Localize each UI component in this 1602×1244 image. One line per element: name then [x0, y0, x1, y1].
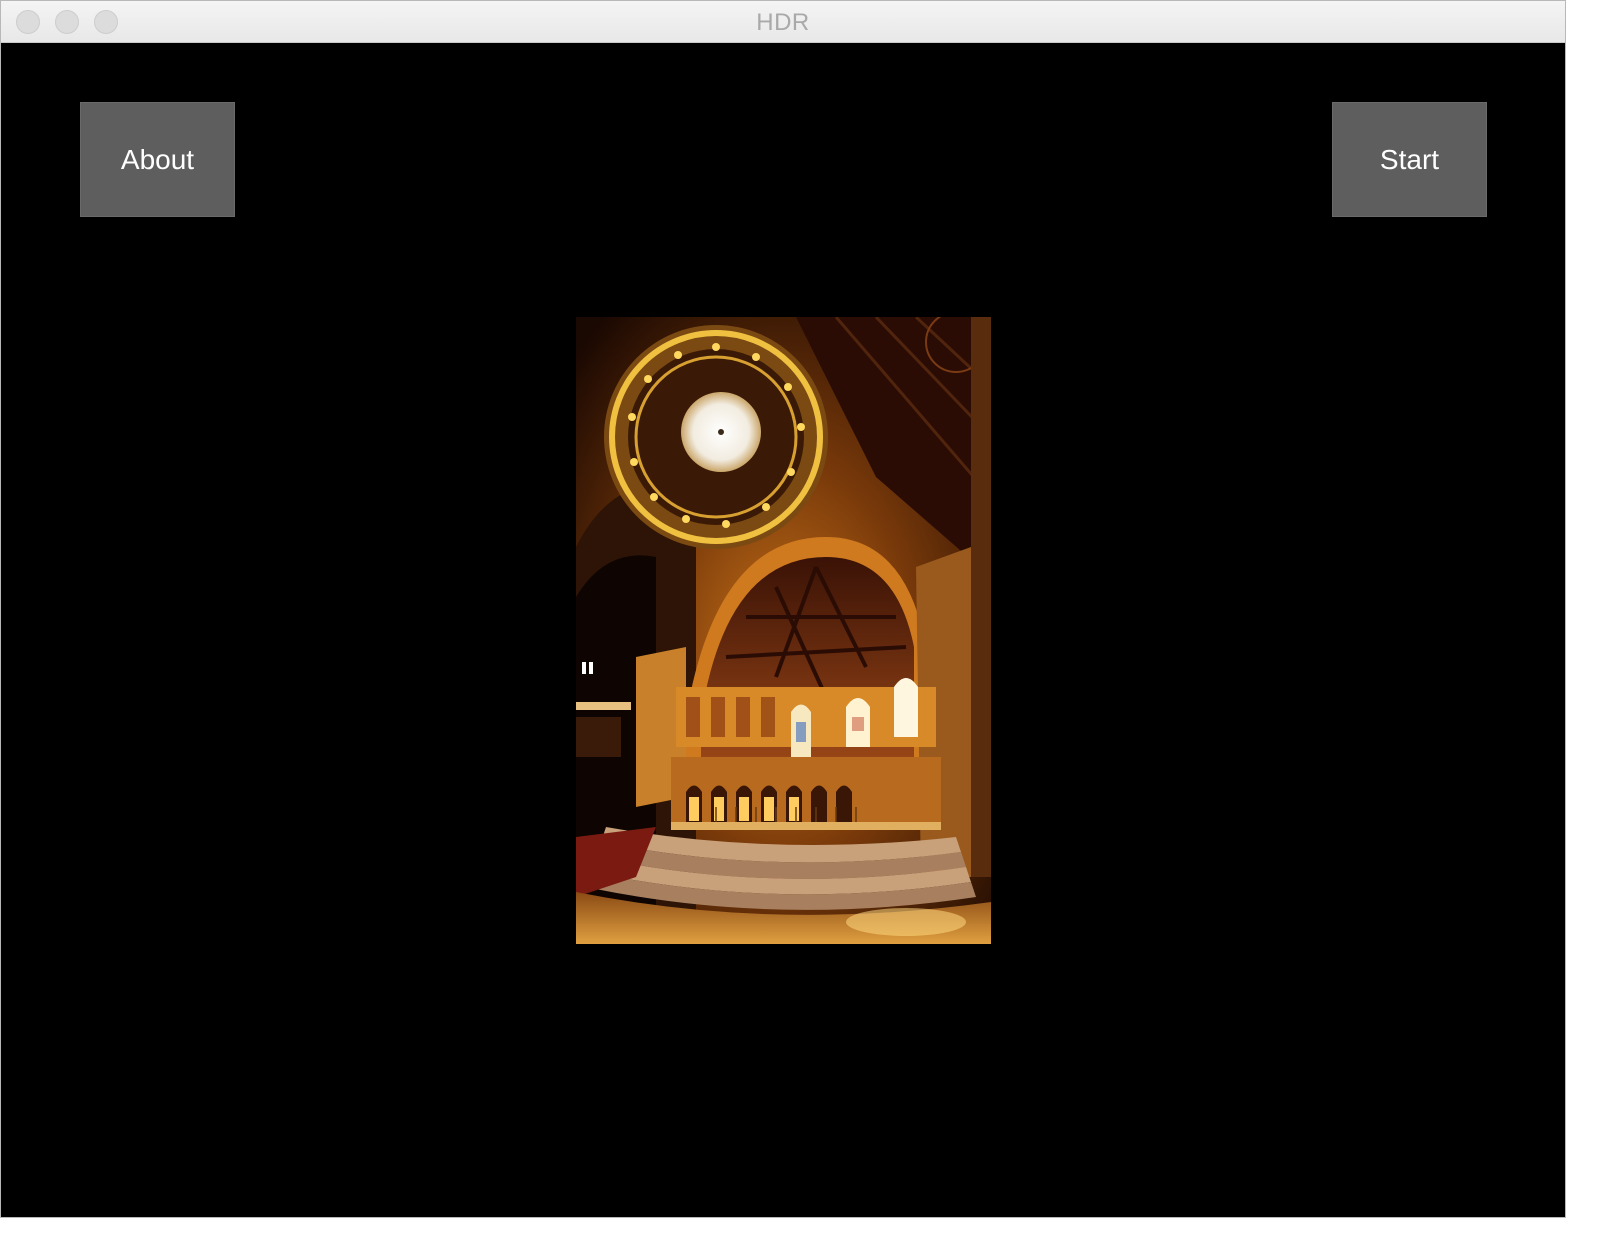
start-button[interactable]: Start — [1332, 102, 1487, 217]
app-window: HDR About Start — [0, 0, 1566, 1218]
about-button[interactable]: About — [80, 102, 235, 217]
title-bar[interactable]: HDR — [1, 1, 1565, 43]
church-interior-image — [576, 317, 991, 944]
hdr-preview-image — [576, 317, 991, 944]
window-title: HDR — [756, 9, 810, 36]
main-canvas: About Start — [1, 43, 1565, 1217]
